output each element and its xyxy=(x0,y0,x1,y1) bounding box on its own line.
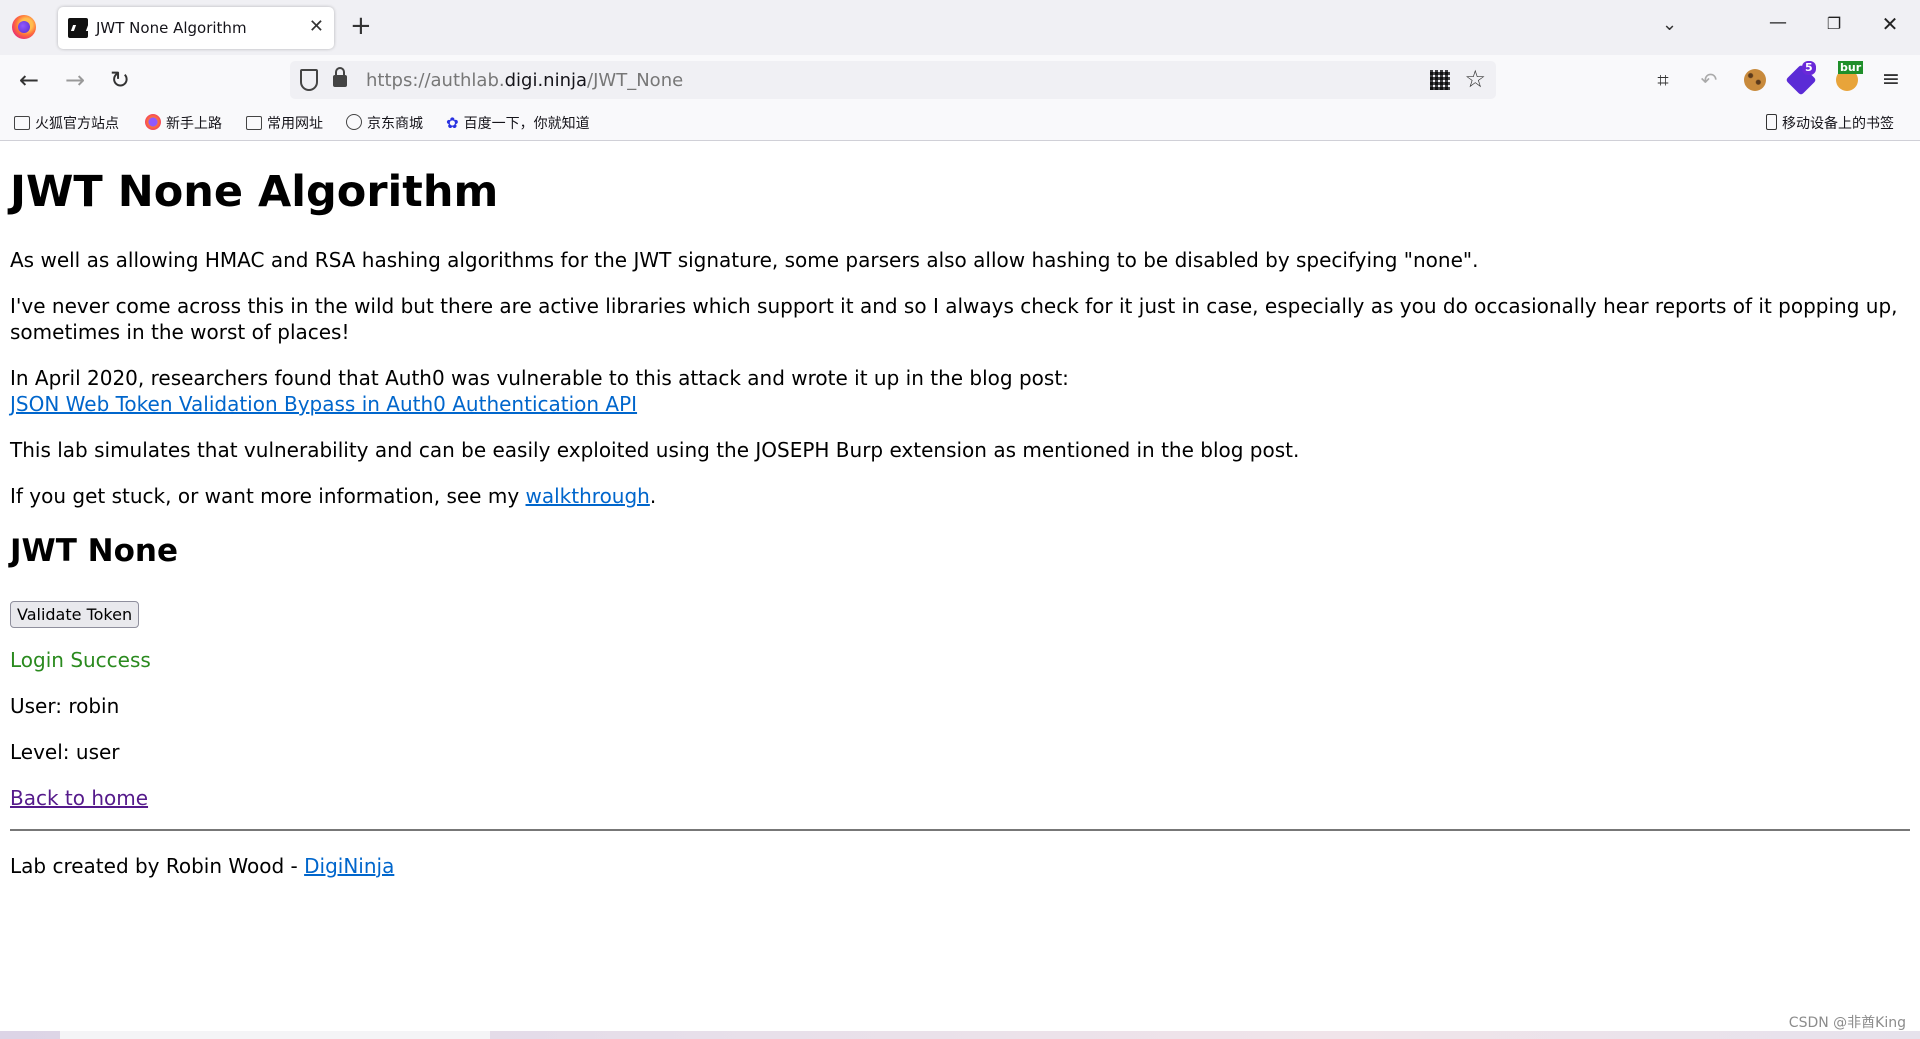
baidu-paw-icon: ✿ xyxy=(446,114,459,132)
back-to-home-link[interactable]: Back to home xyxy=(10,786,148,810)
bookmark-item[interactable]: 京东商城 xyxy=(346,113,423,133)
bookmark-label: 火狐官方站点 xyxy=(35,116,119,132)
undo-arrow-icon[interactable]: ↶ xyxy=(1696,67,1722,93)
bookmark-label: 新手上路 xyxy=(166,116,222,132)
navigation-toolbar: ← → ↻ https://authlab.digi.ninja/JWT_Non… xyxy=(0,55,1920,105)
wild-paragraph: I've never come across this in the wild … xyxy=(10,294,1898,344)
url-prefix: https://authlab. xyxy=(366,70,505,91)
burp-badge: bur xyxy=(1838,61,1864,74)
bookmark-item[interactable]: 火狐官方站点 xyxy=(14,113,119,133)
bookmarks-toolbar: 火狐官方站点 新手上路 常用网址 京东商城 ✿ 百度一下，你就知道 移动设备上的书… xyxy=(0,105,1920,141)
tab-title: JWT None Algorithm xyxy=(96,19,247,37)
blog-post-link[interactable]: JSON Web Token Validation Bypass in Auth… xyxy=(10,392,637,416)
tab-strip: JWT None Algorithm ✕ + ⌄ — ❐ ✕ xyxy=(0,0,1920,55)
bookmark-item[interactable]: 新手上路 xyxy=(145,113,222,133)
help-paragraph: If you get stuck, or want more informati… xyxy=(10,483,1910,509)
digininja-link[interactable]: DigiNinja xyxy=(304,854,394,878)
bookmark-item[interactable]: ✿ 百度一下，你就知道 xyxy=(446,113,590,133)
login-status: Login Success xyxy=(10,648,151,672)
back-home-paragraph: Back to home xyxy=(10,785,1910,811)
auth0-text: In April 2020, researchers found that Au… xyxy=(10,366,1069,390)
new-tab-button[interactable]: + xyxy=(350,11,372,41)
firefox-logo-icon[interactable] xyxy=(12,15,36,39)
site-favicon-icon xyxy=(68,18,88,38)
firefox-icon xyxy=(145,114,161,130)
back-arrow-icon[interactable]: ← xyxy=(14,66,44,94)
screenshot-crop-icon[interactable]: ⌗ xyxy=(1650,67,1676,93)
tab-active[interactable]: JWT None Algorithm ✕ xyxy=(58,7,334,49)
bookmark-item[interactable]: 常用网址 xyxy=(246,113,323,133)
qr-code-icon[interactable] xyxy=(1430,70,1450,90)
lab-paragraph: This lab simulates that vulnerability an… xyxy=(10,438,1300,462)
url-bar[interactable]: https://authlab.digi.ninja/JWT_None ☆ xyxy=(290,61,1496,99)
section-title: JWT None xyxy=(10,533,179,569)
extension-badge: 5 xyxy=(1802,61,1816,75)
footer: Lab created by Robin Wood - DigiNinja xyxy=(10,853,1910,879)
help-text: If you get stuck, or want more informati… xyxy=(10,484,526,508)
url-text[interactable]: https://authlab.digi.ninja/JWT_None xyxy=(366,70,683,91)
hamburger-menu-icon[interactable]: ≡ xyxy=(1878,67,1904,93)
page-title: JWT None Algorithm xyxy=(10,167,499,217)
cookie-extension-icon[interactable] xyxy=(1742,67,1768,93)
bookmark-label: 移动设备上的书签 xyxy=(1782,116,1894,132)
intro-paragraph: As well as allowing HMAC and RSA hashing… xyxy=(10,248,1479,272)
bookmark-label: 京东商城 xyxy=(367,116,423,132)
footer-divider xyxy=(10,829,1910,831)
window-restore-button[interactable]: ❐ xyxy=(1814,14,1854,33)
burp-proxy-extension-icon[interactable]: bur xyxy=(1834,61,1864,93)
hackbar-extension-icon[interactable]: 5 xyxy=(1785,61,1817,96)
reload-icon[interactable]: ↻ xyxy=(105,66,135,94)
url-path: /JWT_None xyxy=(587,70,684,91)
mobile-bookmarks[interactable]: 移动设备上的书签 xyxy=(1766,113,1894,133)
validate-token-button[interactable]: Validate Token xyxy=(10,601,140,628)
level-line: Level: user xyxy=(10,740,120,764)
help-text-end: . xyxy=(649,484,657,508)
walkthrough-link[interactable]: walkthrough xyxy=(526,484,650,508)
mobile-device-icon xyxy=(1766,114,1777,130)
folder-icon xyxy=(246,116,262,130)
tab-close-icon[interactable]: ✕ xyxy=(309,16,324,38)
bookmark-star-icon[interactable]: ☆ xyxy=(1464,65,1486,93)
auth0-paragraph: In April 2020, researchers found that Au… xyxy=(10,365,1910,417)
footer-text: Lab created by Robin Wood - xyxy=(10,854,305,878)
window-minimize-button[interactable]: — xyxy=(1758,12,1798,33)
window-close-button[interactable]: ✕ xyxy=(1870,12,1910,36)
url-host: digi.ninja xyxy=(504,70,588,91)
lock-icon[interactable] xyxy=(333,67,347,87)
user-line: User: robin xyxy=(10,694,120,718)
page-content: JWT None Algorithm As well as allowing H… xyxy=(0,141,1920,1031)
bookmark-label: 常用网址 xyxy=(267,116,323,132)
tracking-shield-icon[interactable] xyxy=(300,69,318,91)
taskbar-strip xyxy=(0,1031,1920,1039)
folder-icon xyxy=(14,116,30,130)
tab-list-chevron-down-icon[interactable]: ⌄ xyxy=(1662,14,1677,35)
watermark: CSDN @非酋King xyxy=(1788,1015,1906,1031)
bookmark-label: 百度一下，你就知道 xyxy=(463,116,590,132)
globe-icon xyxy=(346,114,362,130)
forward-arrow-icon[interactable]: → xyxy=(60,66,90,94)
